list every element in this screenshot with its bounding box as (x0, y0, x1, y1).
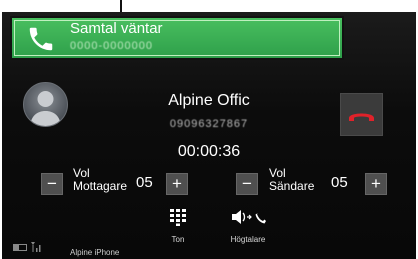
keypad-icon (170, 209, 186, 226)
caller-name: Alpine Offic (168, 92, 250, 109)
waiting-call-number: 0000-0000000 (70, 40, 153, 52)
speaker-phone-icon (232, 210, 266, 224)
battery-icon (13, 244, 27, 251)
signal-strength-icon (31, 242, 41, 252)
speaker-label: Högtalare (230, 235, 266, 244)
receiver-volume-value: 05 (136, 174, 153, 191)
sender-volume-label-line2: Sändare (269, 179, 315, 193)
banner-highlight (14, 20, 340, 56)
waiting-call-banner[interactable]: Samtal väntar 0000-0000000 (10, 16, 344, 60)
hang-up-icon (349, 113, 374, 121)
connected-device-name: Alpine iPhone (70, 248, 120, 257)
sender-volume-up-button[interactable]: + (365, 173, 387, 195)
sender-volume-label-line1: Vol (269, 166, 286, 180)
end-call-button[interactable] (340, 93, 383, 136)
phone-handset-icon (29, 27, 53, 51)
sender-volume-value: 05 (331, 174, 348, 191)
person-icon (30, 91, 61, 126)
waiting-call-title: Samtal väntar (70, 20, 163, 37)
contact-avatar (23, 82, 68, 127)
receiver-volume-label-line2: Mottagare (73, 179, 128, 193)
receiver-volume-label-line1: Vol (73, 166, 90, 180)
caller-number: 09096327867 (169, 118, 249, 130)
sender-volume-down-button[interactable]: − (236, 173, 258, 195)
speaker-button[interactable]: Högtalare (224, 206, 272, 246)
tone-button[interactable]: Ton (160, 206, 196, 246)
receiver-volume-up-button[interactable]: + (166, 173, 188, 195)
tone-label: Ton (171, 235, 185, 244)
receiver-volume-down-button[interactable]: − (41, 173, 63, 195)
call-duration: 00:00:36 (177, 143, 241, 160)
